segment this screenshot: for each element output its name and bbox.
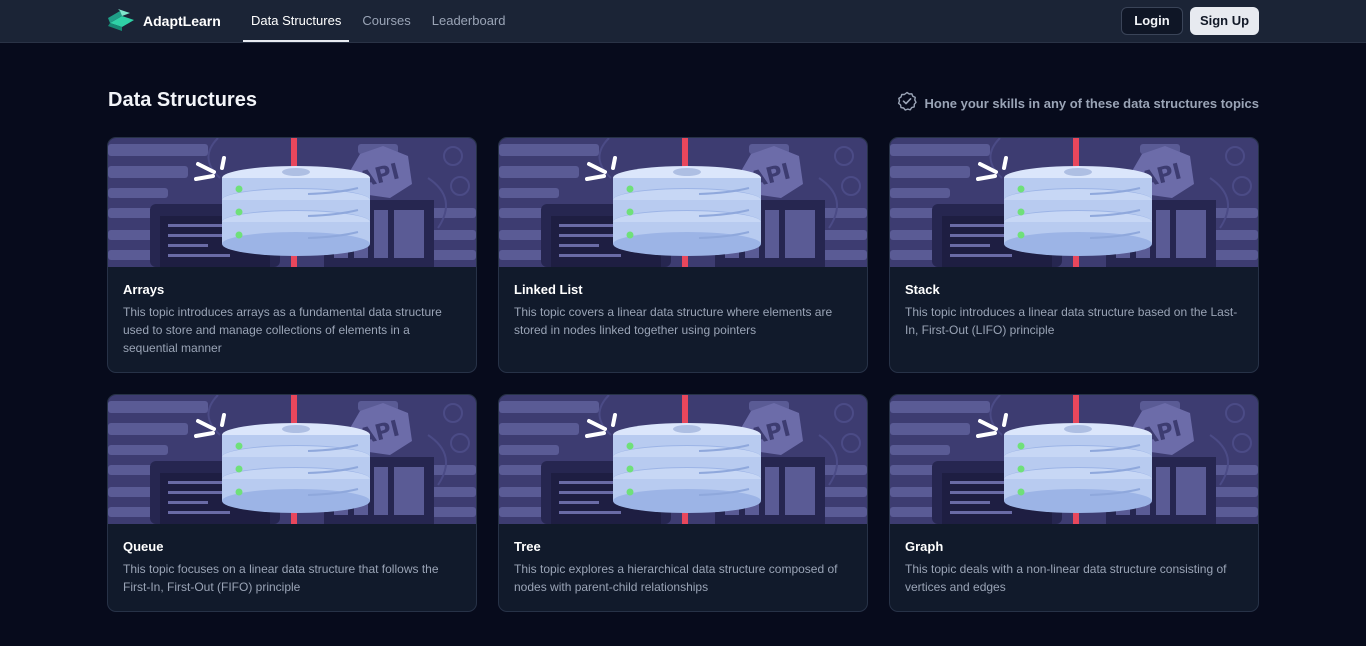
login-button[interactable]: Login [1121, 7, 1183, 35]
database-illustration [108, 138, 476, 267]
topic-card-title: Graph [905, 539, 944, 554]
topic-card-stack[interactable]: Stack This topic introduces a linear dat… [889, 137, 1259, 373]
database-illustration [499, 395, 867, 524]
nav-link-data-structures[interactable]: Data Structures [243, 0, 350, 42]
brand[interactable]: AdaptLearn [108, 9, 221, 32]
logo-icon [108, 9, 135, 32]
topic-card-title: Tree [514, 539, 541, 554]
brand-name: AdaptLearn [143, 12, 221, 29]
topic-card-description: This topic focuses on a linear data stru… [123, 562, 439, 594]
topic-card-title: Queue [123, 539, 164, 554]
database-illustration [499, 138, 867, 267]
database-illustration [890, 395, 1258, 524]
page-title: Data Structures [108, 89, 257, 111]
topic-card-description: This topic covers a linear data structur… [514, 305, 833, 337]
page-hint: Hone your skills in any of these data st… [897, 91, 1259, 116]
topic-card-title: Arrays [123, 282, 165, 297]
topic-card-tree[interactable]: Tree This topic explores a hierarchical … [498, 394, 868, 612]
topic-card-linked-list[interactable]: Linked List This topic covers a linear d… [498, 137, 868, 373]
topic-card-title: Linked List [514, 282, 583, 297]
topic-card-graph[interactable]: Graph This topic deals with a non-linear… [889, 394, 1259, 612]
topic-card-queue[interactable]: Queue This topic focuses on a linear dat… [107, 394, 477, 612]
topic-card-arrays[interactable]: Arrays This topic introduces arrays as a… [107, 137, 477, 373]
nav-link-courses[interactable]: Courses [354, 0, 418, 42]
topic-card-description: This topic introduces arrays as a fundam… [123, 305, 442, 355]
topic-card-description: This topic explores a hierarchical data … [514, 562, 838, 594]
database-illustration [890, 138, 1258, 267]
check-badge-icon [897, 91, 917, 116]
signup-button[interactable]: Sign Up [1190, 7, 1259, 35]
page-hint-text: Hone your skills in any of these data st… [924, 96, 1259, 111]
topic-card-description: This topic deals with a non-linear data … [905, 562, 1227, 594]
main-nav: Data Structures Courses Leaderboard [243, 0, 518, 42]
topic-card-title: Stack [905, 282, 940, 297]
nav-link-leaderboard[interactable]: Leaderboard [424, 0, 514, 42]
topic-card-description: This topic introduces a linear data stru… [905, 305, 1238, 337]
database-illustration [108, 395, 476, 524]
top-navbar: AdaptLearn Data Structures Courses Leade… [0, 0, 1366, 43]
